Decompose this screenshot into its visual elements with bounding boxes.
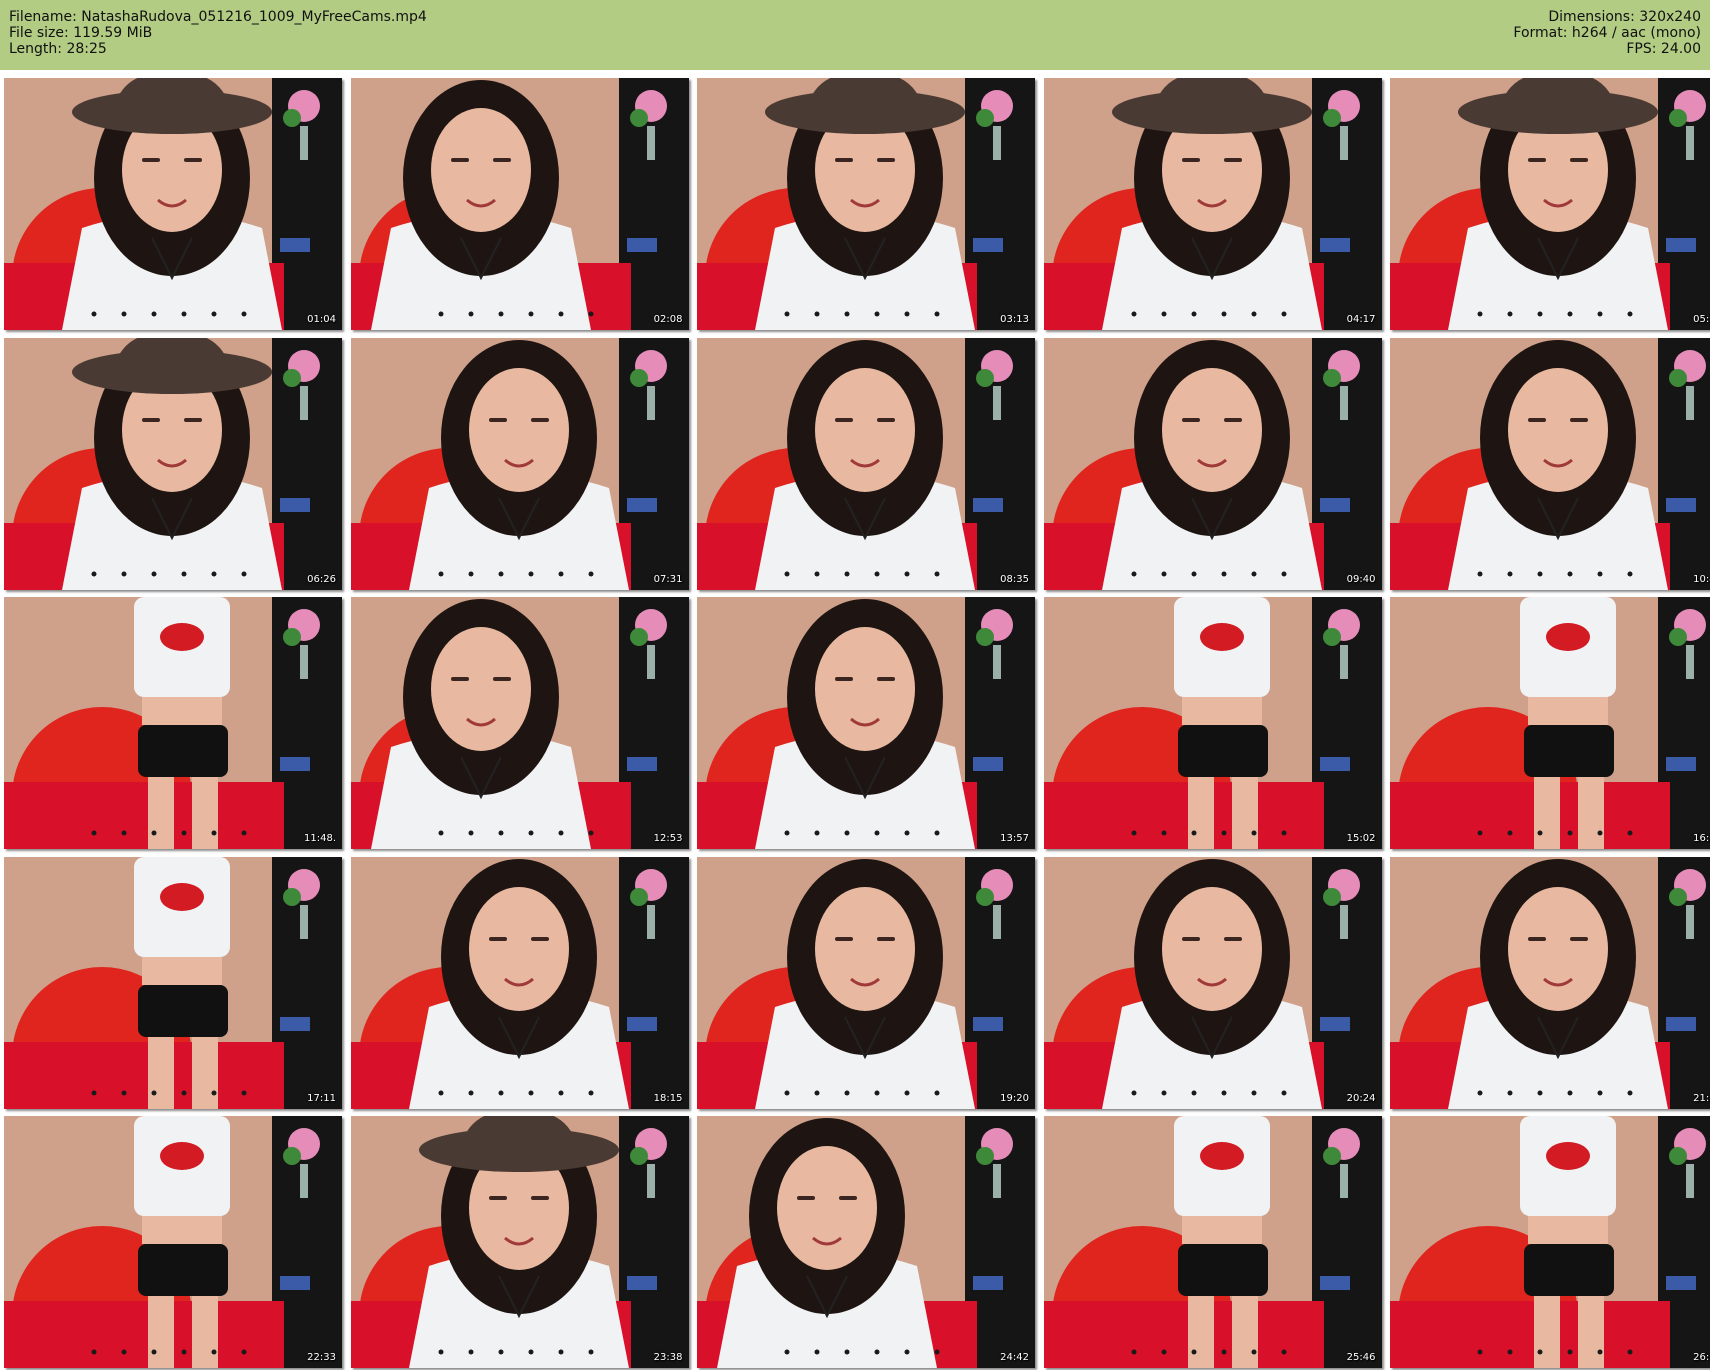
length-text: Length: 28:25 [9,41,107,57]
thumbnail-timestamp: 19:20 [1000,1092,1029,1104]
thumbnail-frame-image [697,597,1035,849]
thumbnail-frame-image [697,78,1035,330]
thumbnail-frame-image [697,337,1035,590]
video-thumbnail: 22:33 [4,1116,342,1368]
video-thumbnail: 05:22 [1390,78,1710,330]
video-thumbnail: 15:02 [1043,597,1382,849]
thumbnail-frame-image [1043,856,1382,1109]
thumbnail-frame-image [4,597,342,849]
thumbnail-frame-image [1390,337,1710,590]
thumbnail-timestamp: 02:08 [653,314,683,325]
thumbnail-timestamp: 03:13 [1000,314,1029,325]
thumbnail-timestamp: 10:44 [1693,573,1710,585]
filesize-text: File size: 119.59 MiB [9,25,153,41]
video-thumbnail: 26:51 [1390,1116,1710,1368]
thumbnail-grid: 01:04 02:08 03:13 04:17 05:22 06:26 07:31 08:35… [4,78,1710,1368]
video-thumbnail: 13:57 [697,597,1035,849]
file-info: Filename: NatashaRudova_051216_1009_MyFr… [9,9,427,57]
thumbnail-frame-image [1043,597,1382,849]
thumbnail-timestamp: 04:17 [1346,314,1376,325]
thumbnail-frame-image [350,1116,689,1368]
video-thumbnail: 11:48. [4,597,342,849]
thumbnail-timestamp: 17:11 [307,1092,336,1104]
thumbnail-timestamp: 25:46 [1346,1352,1376,1363]
thumbnail-timestamp: 22:33 [307,1352,336,1363]
fps-text: FPS: 24.00 [1626,41,1701,57]
stream-info: Dimensions: 320x240 Format: h264 / aac (… [1513,9,1701,57]
video-thumbnail: 20:24 [1043,856,1382,1109]
dimensions-text: Dimensions: 320x240 [1548,9,1701,25]
video-thumbnail: 17:11 [4,856,342,1109]
thumbnail-timestamp: 06:26 [307,573,336,585]
video-thumbnail: 09:40 [1043,337,1382,590]
filename-text: Filename: NatashaRudova_051216_1009_MyFr… [9,9,427,25]
thumbnail-frame-image [4,78,342,330]
video-thumbnail: 07:31 [350,337,689,590]
thumbnail-timestamp: 15:02 [1346,833,1376,844]
thumbnail-frame-image [1390,597,1710,849]
video-thumbnail: 01:04 [4,78,342,330]
thumbnail-frame-image [4,856,342,1109]
video-thumbnail: 19:20 [697,856,1035,1109]
thumbnail-timestamp: 09:40 [1346,573,1376,585]
thumbnail-frame-image [1043,78,1382,330]
thumbnail-frame-image [697,856,1035,1109]
thumbnail-frame-image [4,1116,342,1368]
thumbnail-timestamp: 18:15 [653,1092,683,1104]
thumbnail-timestamp: 20:24 [1346,1092,1376,1104]
thumbnail-frame-image [350,856,689,1109]
video-thumbnail: 25:46 [1043,1116,1382,1368]
thumbnail-timestamp: 26:51 [1693,1352,1710,1363]
thumbnail-frame-image [350,597,689,849]
thumbnail-timestamp: 05:22 [1693,314,1710,325]
video-thumbnail: 10:44 [1390,337,1710,590]
video-thumbnail: 24:42 [697,1116,1035,1368]
thumbnail-frame-image [1390,1116,1710,1368]
video-thumbnail: 04:17 [1043,78,1382,330]
thumbnail-timestamp: 12:53 [653,833,683,844]
thumbnail-frame-image [697,1116,1035,1368]
thumbnail-timestamp: 13:57 [1000,833,1029,844]
thumbnail-timestamp: 08:35 [1000,573,1029,585]
thumbnail-frame-image [1043,337,1382,590]
video-thumbnail: 02:08 [350,78,689,330]
info-header: Filename: NatashaRudova_051216_1009_MyFr… [0,0,1710,70]
format-text: Format: h264 / aac (mono) [1513,25,1701,41]
video-thumbnail: 12:53 [350,597,689,849]
video-thumbnail: 16:06 [1390,597,1710,849]
thumbnail-frame-image [350,337,689,590]
thumbnail-frame-image [1043,1116,1382,1368]
thumbnail-timestamp: 16:06 [1693,833,1710,844]
video-thumbnail: 06:26 [4,337,342,590]
thumbnail-frame-image [4,337,342,590]
video-thumbnail: 23:38 [350,1116,689,1368]
thumbnail-frame-image [1390,78,1710,330]
thumbnail-frame-image [350,78,689,330]
thumbnail-frame-image [1390,856,1710,1109]
thumbnail-timestamp: 01:04 [307,314,336,325]
thumbnail-timestamp: 23:38 [653,1352,683,1363]
video-thumbnail: 08:35 [697,337,1035,590]
thumbnail-timestamp: 24:42 [1000,1352,1029,1363]
video-thumbnail: 03:13 [697,78,1035,330]
thumbnail-timestamp: 21:29 [1693,1092,1710,1104]
video-thumbnail: 21:29 [1390,856,1710,1109]
thumbnail-timestamp: 11:48. [304,833,336,844]
video-thumbnail: 18:15 [350,856,689,1109]
thumbnail-timestamp: 07:31 [653,573,683,585]
